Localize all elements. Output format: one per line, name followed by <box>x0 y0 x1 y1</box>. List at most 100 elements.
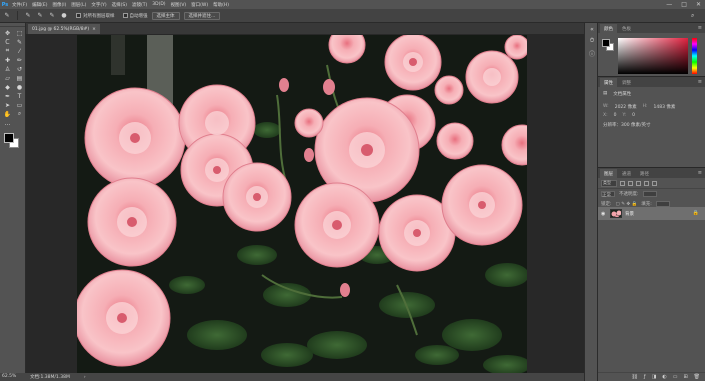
menu-help[interactable]: 帮助(H) <box>213 2 229 8</box>
menu-image[interactable]: 图像(I) <box>52 2 66 8</box>
filter-type-icon[interactable] <box>636 180 641 186</box>
blend-mode-select[interactable]: 正常 <box>601 191 615 198</box>
enhance-edge-checkbox[interactable]: 自动增强 <box>122 13 148 19</box>
layer-kind-select[interactable]: 类型 <box>601 179 617 187</box>
document-tab[interactable]: 01.jpg @ 62.5%(RGB/8#) × <box>28 24 100 34</box>
quick-selection-tool-preset-icon[interactable]: ✎ <box>3 12 11 20</box>
menu-bar: Ps 文件(F) 编辑(E) 图像(I) 图层(L) 文字(Y) 选择(S) 滤… <box>0 0 705 9</box>
canvas-image[interactable] <box>77 35 527 373</box>
filter-smart-object-icon[interactable] <box>652 180 657 186</box>
tab-properties[interactable]: 属性 <box>600 78 617 87</box>
subtract-from-selection-icon[interactable]: ✎ <box>48 12 56 20</box>
filter-adjustment-icon[interactable] <box>628 180 633 186</box>
photoshop-logo[interactable]: Ps <box>0 0 10 9</box>
filter-shape-icon[interactable] <box>644 180 649 186</box>
brush-size-icon[interactable]: ● <box>60 12 68 20</box>
more-tools-icon[interactable]: … <box>2 119 13 127</box>
visibility-eye-icon[interactable]: ◉ <box>601 211 607 217</box>
layer-thumbnail-image <box>611 210 621 217</box>
opacity-input[interactable] <box>642 191 657 197</box>
x-label: X: <box>603 113 608 118</box>
brush-tool-icon[interactable]: ✏ <box>14 56 25 64</box>
x-value[interactable]: 0 <box>614 113 617 118</box>
menu-3d[interactable]: 3D(D) <box>152 2 165 8</box>
add-to-selection-icon[interactable]: ✎ <box>36 12 44 20</box>
adjustment-layer-icon[interactable]: ◐ <box>662 374 666 380</box>
y-value[interactable]: 0 <box>632 113 635 118</box>
info-panel-icon[interactable]: ⓘ <box>585 47 599 59</box>
color-picker-field[interactable] <box>618 38 688 74</box>
sample-all-layers-checkbox[interactable]: 对所有图层取样 <box>76 13 115 19</box>
search-icon[interactable]: ⌕ <box>691 12 699 20</box>
new-selection-icon[interactable]: ✎ <box>24 12 32 20</box>
checkbox-box[interactable] <box>122 13 128 18</box>
quick-selection-tool-icon[interactable]: ✎ <box>14 38 25 46</box>
width-value[interactable]: 2022 像素 <box>615 104 637 110</box>
layer-style-icon[interactable]: ƒ <box>644 374 646 380</box>
select-and-mask-button[interactable]: 选择并遮住... <box>183 11 221 20</box>
clone-stamp-tool-icon[interactable]: ♙ <box>2 65 13 73</box>
tools-panel: ✥ ⬚ ᑕ ✎ ⌗ ⁄ ✚ ✏ ♙ ↺ ▱ ▤ ◆ ● ✒ T ➤ ▭ ✋ ⌕ … <box>0 23 26 373</box>
layer-row-background[interactable]: ◉ 背景 🔒 <box>598 207 705 220</box>
sample-all-layers-label: 对所有图层取样 <box>83 13 115 19</box>
new-layer-icon[interactable]: ⊞ <box>683 374 687 380</box>
close-window-button[interactable]: ✕ <box>696 1 701 8</box>
panel-menu-icon[interactable]: ≡ <box>698 170 702 176</box>
menu-window[interactable]: 窗口(W) <box>191 2 208 8</box>
dodge-tool-icon[interactable]: ● <box>14 83 25 91</box>
menu-edit[interactable]: 编辑(E) <box>32 2 47 8</box>
eraser-tool-icon[interactable]: ▱ <box>2 74 13 82</box>
marquee-tool-icon[interactable]: ⬚ <box>14 29 25 37</box>
rectangle-tool-icon[interactable]: ▭ <box>14 101 25 109</box>
panel-foreground-swatch[interactable] <box>602 39 610 47</box>
foreground-color-swatch[interactable] <box>4 133 14 143</box>
lasso-tool-icon[interactable]: ᑕ <box>2 38 13 46</box>
add-mask-icon[interactable]: ◨ <box>652 374 657 380</box>
new-group-icon[interactable]: ▭ <box>673 374 678 380</box>
link-layers-icon[interactable]: ⛓ <box>631 374 637 380</box>
tab-adjustments[interactable]: 调整 <box>618 78 635 87</box>
hue-slider[interactable] <box>692 38 697 74</box>
height-value[interactable]: 1483 像素 <box>654 104 676 110</box>
maximize-button[interactable]: □ <box>681 1 687 8</box>
close-tab-icon[interactable]: × <box>92 27 96 32</box>
layer-name[interactable]: 背景 <box>625 211 634 217</box>
menu-file[interactable]: 文件(F) <box>12 2 27 8</box>
menu-type[interactable]: 文字(Y) <box>91 2 106 8</box>
menu-select[interactable]: 选择(S) <box>112 2 127 8</box>
tab-paths[interactable]: 路径 <box>636 169 653 178</box>
panel-menu-icon[interactable]: ≡ <box>698 79 702 85</box>
lock-icons[interactable]: ▢ ✎ ✥ 🔒 <box>616 202 638 207</box>
history-panel-icon[interactable]: ⏱ <box>585 35 599 47</box>
tab-channels[interactable]: 通道 <box>618 169 635 178</box>
status-zoom[interactable]: 62.5% <box>0 373 26 381</box>
document-icon: ▤ <box>603 91 608 96</box>
document-tab-bar: 01.jpg @ 62.5%(RGB/8#) × <box>26 23 584 34</box>
blur-tool-icon[interactable]: ◆ <box>2 83 13 91</box>
crop-tool-icon[interactable]: ⌗ <box>2 47 13 55</box>
path-selection-tool-icon[interactable]: ➤ <box>2 101 13 109</box>
menu-layer[interactable]: 图层(L) <box>71 2 86 8</box>
zoom-tool-icon[interactable]: ⌕ <box>14 110 25 118</box>
hand-tool-icon[interactable]: ✋ <box>2 110 13 118</box>
history-brush-tool-icon[interactable]: ↺ <box>14 65 25 73</box>
panel-menu-icon[interactable]: ≡ <box>698 25 702 31</box>
collapse-panels-icon[interactable]: « <box>585 23 599 35</box>
type-tool-icon[interactable]: T <box>14 92 25 100</box>
gradient-tool-icon[interactable]: ▤ <box>14 74 25 82</box>
select-subject-button[interactable]: 选择主体 <box>151 11 180 20</box>
checkbox-box[interactable] <box>76 13 81 18</box>
healing-brush-tool-icon[interactable]: ✚ <box>2 56 13 64</box>
tab-swatches[interactable]: 色板 <box>618 24 635 33</box>
status-arrow-icon[interactable]: › <box>84 375 86 380</box>
filter-pixel-icon[interactable] <box>620 180 625 186</box>
tab-color[interactable]: 颜色 <box>600 24 617 33</box>
delete-layer-icon[interactable]: 🗑 <box>694 374 700 380</box>
minimize-button[interactable]: — <box>666 1 672 8</box>
eyedropper-tool-icon[interactable]: ⁄ <box>14 47 25 55</box>
menu-filter[interactable]: 滤镜(T) <box>132 2 147 8</box>
tab-layers[interactable]: 图层 <box>600 169 617 178</box>
menu-view[interactable]: 视图(V) <box>171 2 187 8</box>
pen-tool-icon[interactable]: ✒ <box>2 92 13 100</box>
move-tool-icon[interactable]: ✥ <box>2 29 13 37</box>
